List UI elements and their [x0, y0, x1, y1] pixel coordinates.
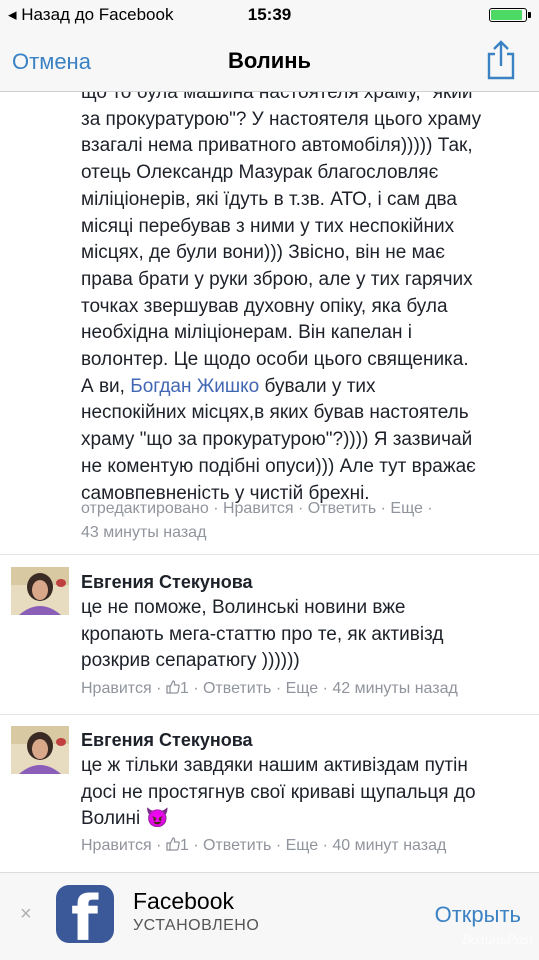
comment-time: 42 минуты назад: [332, 680, 458, 697]
battery-cap: [528, 12, 531, 18]
separator: ·: [156, 837, 162, 854]
mention-link[interactable]: Богдан Жишко: [130, 376, 259, 397]
status-time: 15:39: [247, 5, 292, 24]
reply-link[interactable]: Ответить: [203, 837, 271, 854]
more-link[interactable]: Еще: [286, 837, 319, 854]
app-name: Facebook: [133, 888, 235, 914]
more-link[interactable]: Еще: [286, 680, 319, 697]
comment-text-part: це ж тільки завдяки нашим активіздам пут…: [81, 755, 476, 830]
comment-meta: отредактировано · Нравится · Ответить · …: [81, 497, 433, 545]
divider: [0, 714, 539, 715]
status-bar: ◂ Назад до Facebook 15:39: [0, 0, 539, 30]
like-count: 1: [179, 680, 189, 697]
comment-text-part: що то була машина настоятеля храму, "яки…: [81, 92, 482, 397]
avatar-image: [11, 567, 69, 615]
reply-link[interactable]: Ответить: [203, 680, 271, 697]
app-status: УСТАНОВЛЕНО: [133, 917, 260, 934]
app-install-banner: × f Facebook УСТАНОВЛЕНО Открыть: [0, 872, 539, 960]
separator: ·: [193, 837, 199, 854]
devil-emoji-icon: 😈: [145, 808, 170, 830]
comments-list: що то була машина настоятеля храму, "яки…: [0, 92, 539, 872]
like-link[interactable]: Нравится: [81, 837, 152, 854]
separator: ·: [275, 680, 282, 697]
like-link[interactable]: Нравится: [81, 680, 152, 697]
like-icon: [166, 837, 180, 851]
comment-meta: Нравится · 1 · Ответить · Еще · 42 минут…: [81, 677, 458, 701]
navigation-bar: Отмена Волинь: [0, 30, 539, 92]
page-title: Волинь: [227, 48, 312, 73]
battery-icon: [489, 8, 531, 22]
close-icon[interactable]: ×: [20, 903, 32, 926]
comment-text: що то була машина настоятеля храму, "яки…: [81, 92, 521, 507]
comment-time: 43 минуты назад: [81, 524, 207, 541]
divider: [0, 554, 539, 555]
comment-text: це не поможе, Волинські новини вже кропа…: [81, 597, 444, 672]
share-icon[interactable]: [485, 40, 517, 80]
comment-author[interactable]: Евгения Стекунова: [81, 730, 253, 751]
avatar[interactable]: [11, 567, 69, 615]
comment-actions[interactable]: отредактировано · Нравится · Ответить · …: [81, 497, 433, 521]
separator: ·: [193, 680, 199, 697]
comment-author[interactable]: Евгения Стекунова: [81, 572, 253, 593]
watermark-logo: ВолиньPost: [461, 932, 533, 948]
facebook-app-icon: f: [56, 885, 114, 943]
battery-fill: [491, 10, 522, 20]
separator: ·: [156, 680, 162, 697]
like-count: 1: [179, 837, 189, 854]
separator: ·: [322, 837, 328, 854]
open-app-button[interactable]: Открыть: [435, 902, 521, 928]
like-icon: [166, 680, 180, 694]
comment-time: 40 минут назад: [332, 837, 447, 854]
avatar[interactable]: [11, 726, 69, 774]
separator: ·: [322, 680, 328, 697]
separator: ·: [275, 837, 282, 854]
avatar-image: [11, 726, 69, 774]
comment-text: це ж тільки завдяки нашим активіздам пут…: [81, 753, 521, 833]
comment-meta: Нравится · 1 · Ответить · Еще · 40 минут…: [81, 834, 446, 858]
